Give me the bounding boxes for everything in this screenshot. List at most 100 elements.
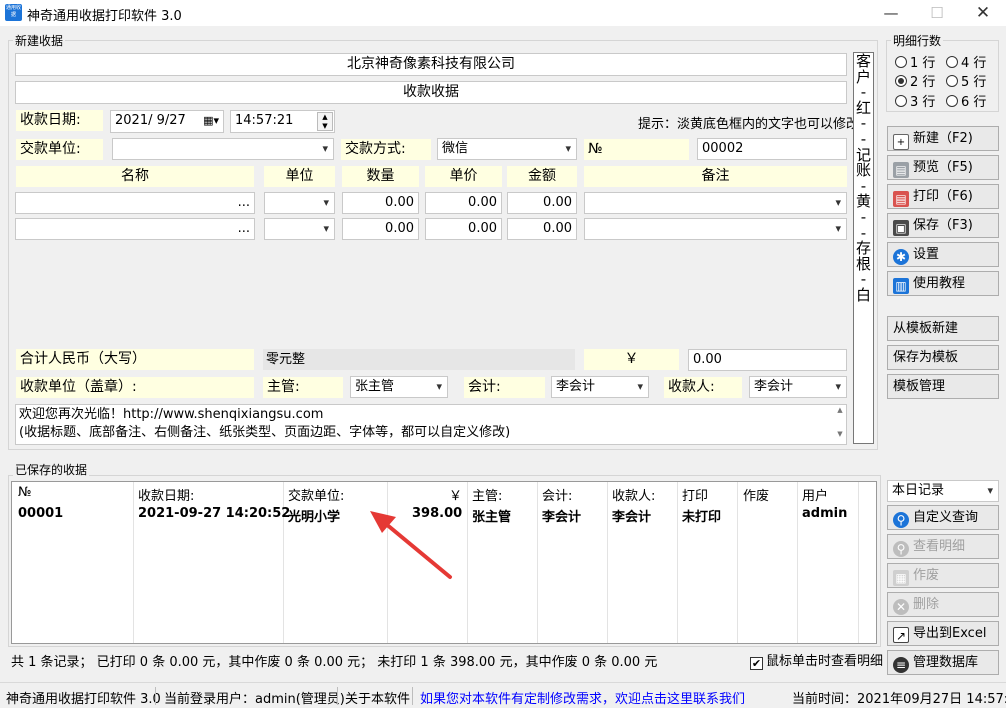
settings-button[interactable]: ✱ 设置 [887, 242, 999, 267]
table-header-no[interactable]: № [18, 485, 32, 500]
item-amount-field[interactable]: 0.00 [507, 192, 577, 214]
contact-link[interactable]: 如果您对本软件有定制修改需求，欢迎点击这里联系我们 [420, 688, 745, 707]
total-value-field: 0.00 [688, 349, 847, 371]
item-price-field[interactable]: 0.00 [425, 218, 502, 240]
date-picker[interactable]: 2021/ 9/27 ▦▾ [110, 110, 224, 133]
remarks-line: (收据标题、底部备注、右侧备注、纸张类型、页面边距、字体等，都可以自定义修改) [19, 425, 511, 440]
accountant-select[interactable]: 李会计 [551, 376, 649, 398]
delete-button[interactable]: ✕ 删除 [887, 592, 999, 617]
item-unit-select[interactable] [264, 218, 335, 240]
record-filter-select[interactable]: 本日记录 [887, 480, 999, 502]
total-cn-value: 零元整 [263, 349, 575, 370]
supervisor-select[interactable]: 张主管 [350, 376, 448, 398]
close-button[interactable]: ✕ [960, 0, 1006, 26]
scroll-arrows-icon[interactable]: ▲ ▼ [835, 406, 845, 443]
time-picker[interactable]: 14:57:21 ▲ ▼ [230, 110, 335, 133]
column-header-name[interactable]: 名称 [16, 166, 254, 187]
void-button[interactable]: ▦ 作废 [887, 563, 999, 588]
side-note-field[interactable]: 客户-红--记账-黄--存根-白 [853, 52, 874, 444]
column-header-qty[interactable]: 数量 [342, 166, 419, 187]
item-name-field[interactable]: ... [15, 192, 255, 214]
printer-icon: ▤ [893, 191, 909, 207]
detail-on-click-checkbox[interactable]: ✔ 鼠标单击时查看明细 [750, 650, 883, 670]
export-excel-button[interactable]: ↗ 导出到Excel [887, 621, 999, 646]
cashier-label[interactable]: 收款人: [664, 377, 742, 398]
save-template-button[interactable]: 保存为模板 [887, 345, 999, 370]
column-header-price[interactable]: 单价 [425, 166, 502, 187]
item-note-select[interactable] [584, 192, 847, 214]
export-icon: ↗ [893, 627, 909, 643]
status-current-time: 当前时间：2021年09月27日 14:57:29 [792, 692, 1006, 707]
printer-icon: ▤ [893, 162, 909, 178]
ellipsis-icon[interactable]: ... [238, 221, 250, 236]
print-button[interactable]: ▤ 打印（F6) [887, 184, 999, 209]
payer-select[interactable] [112, 138, 334, 160]
radio-2-row[interactable]: 2 行 [895, 71, 935, 90]
method-label[interactable]: 交款方式: [341, 139, 431, 160]
hint-text: 提示：淡黄底色框内的文字也可以修改 [638, 117, 860, 132]
remarks-textarea[interactable]: 欢迎您再次光临！http://www.shenqixiangsu.com (收据… [15, 404, 847, 445]
column-header-amount[interactable]: 金额 [507, 166, 577, 187]
table-header-print[interactable]: 打印 [682, 485, 708, 504]
preview-button[interactable]: ▤ 预览（F5) [887, 155, 999, 180]
app-icon: 通用收据 [5, 4, 22, 21]
column-header-unit[interactable]: 单位 [264, 166, 335, 187]
template-manage-button[interactable]: 模板管理 [887, 374, 999, 399]
item-unit-select[interactable] [264, 192, 335, 214]
cell-payer: 光明小学 [288, 510, 341, 525]
radio-5-row[interactable]: 5 行 [946, 71, 986, 90]
cashier-select[interactable]: 李会计 [749, 376, 847, 398]
checkbox-check-icon: ✔ [750, 657, 763, 670]
view-detail-button[interactable]: ⚲ 查看明细 [887, 534, 999, 559]
table-header-amount[interactable]: ￥ [449, 485, 462, 504]
table-header-void[interactable]: 作废 [743, 485, 769, 504]
status-current-user: 当前登录用户：admin(管理员) [164, 692, 345, 707]
item-amount-field[interactable]: 0.00 [507, 218, 577, 240]
payer-label[interactable]: 交款单位: [16, 139, 103, 160]
radio-4-row[interactable]: 4 行 [946, 52, 986, 71]
window-title: 神奇通用收据打印软件 3.0 [27, 9, 182, 24]
manage-database-button[interactable]: ≡ 管理数据库 [887, 650, 999, 675]
item-qty-field[interactable]: 0.00 [342, 192, 419, 214]
ellipsis-icon[interactable]: ... [238, 195, 250, 210]
table-header-accountant[interactable]: 会计: [542, 485, 572, 504]
radio-3-row[interactable]: 3 行 [895, 91, 935, 110]
item-qty-field[interactable]: 0.00 [342, 218, 419, 240]
radio-1-row[interactable]: 1 行 [895, 52, 935, 71]
total-cn-label[interactable]: 合计人民币（大写） [16, 349, 254, 370]
save-button[interactable]: ▣ 保存（F3) [887, 213, 999, 238]
table-header-cashier[interactable]: 收款人: [612, 485, 655, 504]
minimize-button[interactable]: — [868, 0, 914, 26]
date-label[interactable]: 收款日期: [16, 110, 103, 131]
calendar-icon[interactable]: ▦▾ [203, 111, 219, 131]
table-header-supervisor[interactable]: 主管: [472, 485, 502, 504]
accountant-label[interactable]: 会计: [464, 377, 545, 398]
method-select[interactable]: 微信 [437, 138, 577, 160]
table-header-user[interactable]: 用户 [802, 485, 828, 504]
item-name-field[interactable]: ... [15, 218, 255, 240]
cell-date: 2021-09-27 14:20:52 [138, 506, 291, 521]
number-label[interactable]: № [584, 139, 689, 160]
cell-supervisor: 张主管 [472, 510, 512, 525]
custom-query-button[interactable]: ⚲ 自定义查询 [887, 505, 999, 530]
cell-user: admin [802, 506, 848, 521]
table-header-payer[interactable]: 交款单位: [288, 485, 344, 504]
company-name-field[interactable]: 北京神奇像素科技有限公司 [15, 53, 847, 76]
item-price-field[interactable]: 0.00 [425, 192, 502, 214]
from-template-button[interactable]: 从模板新建 [887, 316, 999, 341]
radio-6-row[interactable]: 6 行 [946, 91, 986, 110]
column-header-note[interactable]: 备注 [584, 166, 847, 187]
supervisor-label[interactable]: 主管: [263, 377, 343, 398]
receipt-title-field[interactable]: 收款收据 [15, 81, 847, 104]
item-note-select[interactable] [584, 218, 847, 240]
time-spinner-icon[interactable]: ▲ ▼ [317, 112, 333, 131]
table-header-date[interactable]: 收款日期: [138, 485, 194, 504]
new-button[interactable]: + 新建（F2) [887, 126, 999, 151]
tutorial-button[interactable]: ▥ 使用教程 [887, 271, 999, 296]
cell-accountant: 李会计 [542, 510, 582, 525]
stamp-label[interactable]: 收款单位（盖章）: [16, 377, 254, 398]
number-field[interactable]: 00002 [697, 138, 847, 160]
yen-label[interactable]: ￥ [584, 349, 679, 370]
about-link[interactable]: 关于本软件 [345, 688, 410, 707]
maximize-button[interactable]: ☐ [914, 0, 960, 26]
